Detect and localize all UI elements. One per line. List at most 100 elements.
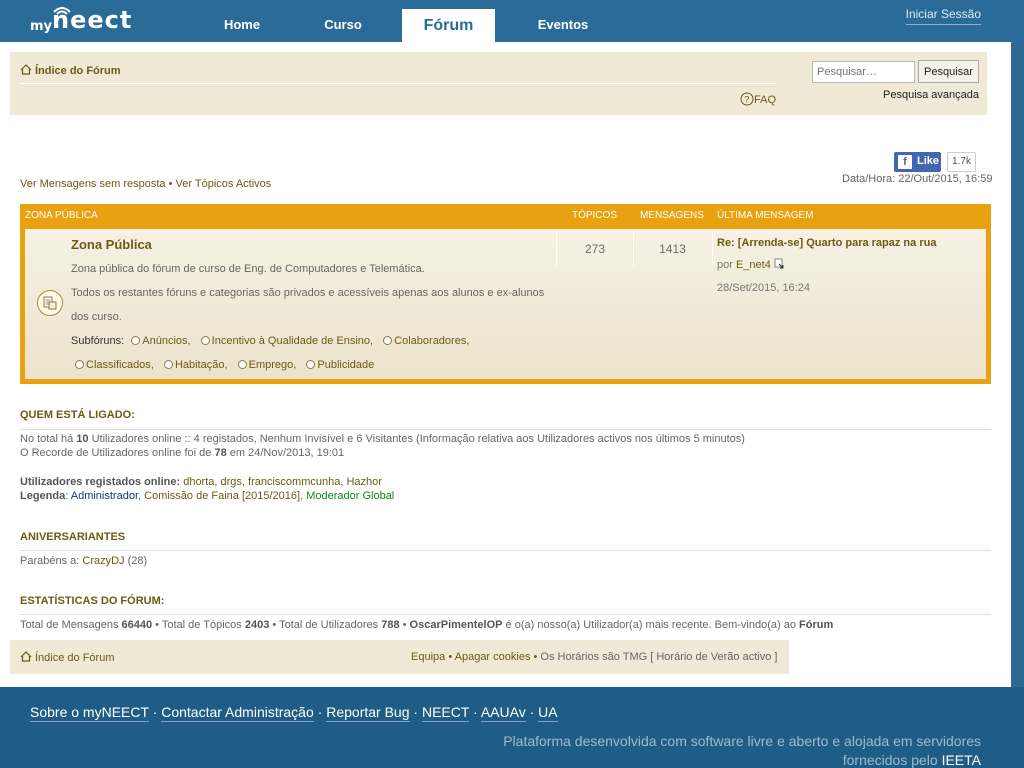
site-footer: Sobre o myNEECT · Contactar Administraçã… (0, 687, 1024, 768)
column-divider (556, 232, 557, 266)
active-topics-link[interactable]: Ver Tópicos Activos (176, 178, 272, 190)
forum-header-panel: Índice do Fórum ? FAQ Pesquisar Pesquisa… (10, 52, 987, 115)
by-label: por (717, 259, 733, 271)
subforum-link[interactable]: Anúncios, (127, 335, 191, 347)
subforum-icon (200, 336, 210, 345)
birthdays-heading: ANIVERSARIANTES (20, 531, 126, 543)
home-icon (20, 651, 32, 662)
view-latest-post-icon[interactable] (774, 258, 785, 269)
ieeta-link[interactable]: IEETA (942, 752, 981, 768)
subforum-icon (163, 360, 173, 369)
column-divider (712, 232, 713, 266)
online-total: No total há 10 Utilizadores online :: 4 … (20, 433, 745, 445)
page-content: Índice do Fórum ? FAQ Pesquisar Pesquisa… (0, 42, 1011, 687)
subforum-link[interactable]: Emprego, (234, 359, 296, 371)
topics-count: 273 (584, 242, 606, 256)
footer-link-report-bug[interactable]: Reportar Bug (326, 704, 410, 722)
subforum-icon (237, 360, 247, 369)
unanswered-posts-link[interactable]: Ver Mensagens sem resposta (20, 178, 166, 190)
legend-global-moderator[interactable]: Moderador Global (306, 490, 394, 502)
facebook-like-button[interactable]: f Like (894, 152, 941, 172)
timezone-note: Os Horários são TMG [ Horário de Verão a… (540, 651, 778, 663)
legend-faina[interactable]: Comissão de Faina [2015/2016] (144, 490, 300, 502)
divider (20, 429, 991, 430)
logo-neect-text: neect (52, 6, 133, 34)
newest-user-link[interactable]: OscarPimentelOP (410, 619, 503, 631)
home-icon (20, 64, 32, 75)
footer-nav: Sobre o myNEECT · Contactar Administraçã… (30, 704, 558, 722)
subforum-icon (383, 336, 393, 345)
footer-link-contact[interactable]: Contactar Administração (161, 704, 314, 722)
footer-link-aauav[interactable]: AAUAv (480, 704, 526, 722)
tab-home[interactable]: Home (220, 17, 264, 39)
footer-link-neect[interactable]: NEECT (421, 704, 470, 722)
subforum-link[interactable]: Habitação, (160, 359, 228, 371)
footer-link-ua[interactable]: UA (538, 704, 558, 722)
breadcrumb-label: Índice do Fórum (35, 65, 121, 77)
who-is-online-heading: QUEM ESTÁ LIGADO: (20, 409, 135, 421)
last-post-date: 28/Set/2015, 16:24 (717, 282, 810, 294)
footer-links: Equipa • Apagar cookies • Os Horários sã… (411, 651, 778, 663)
legend-administrator[interactable]: Administrador (71, 490, 138, 502)
top-navigation-bar: my neect Home Curso Fórum Eventos Inicia… (0, 0, 1024, 42)
legend: Legenda: Administrador, Comissão de Fain… (20, 490, 395, 502)
team-link[interactable]: Equipa (411, 651, 445, 663)
help-icon: ? (740, 92, 754, 106)
faq-label: FAQ (754, 94, 777, 106)
current-datetime: Data/Hora: 22/Out/2015, 16:59 (842, 173, 993, 185)
forum-description: Zona pública do fórum de curso de Eng. d… (71, 263, 425, 275)
subforum-link[interactable]: Incentivo à Qualidade de Ensino, (197, 335, 373, 347)
faq-link[interactable]: ? FAQ (740, 92, 776, 106)
logo-my-text: my (30, 19, 53, 34)
subforum-link[interactable]: Publicidade (302, 359, 374, 371)
login-link[interactable]: Iniciar Sessão (905, 7, 981, 25)
forum-statistics: Total de Mensagens 66440 • Total de Tópi… (20, 619, 834, 631)
last-post-column-header: ÚLTIMA MENSAGEM (717, 210, 814, 221)
online-record: O Recorde de Utilizadores online foi de … (20, 447, 345, 459)
forum-description: Todos os restantes fóruns e categorias s… (71, 287, 545, 299)
subforums-list: Subfóruns: Anúncios, Incentivo à Qualida… (71, 329, 561, 377)
delete-cookies-link[interactable]: Apagar cookies (455, 651, 531, 663)
tab-forum[interactable]: Fórum (402, 9, 495, 42)
tab-eventos[interactable]: Eventos (534, 17, 592, 39)
subforum-icon (306, 360, 316, 369)
subforums-label: Subfóruns: (71, 335, 125, 347)
search-button[interactable]: Pesquisar (918, 60, 979, 83)
quick-links: Ver Mensagens sem resposta • Ver Tópicos… (20, 178, 271, 190)
search-input[interactable] (812, 61, 915, 83)
platform-notice: Plataforma desenvolvida com software liv… (503, 733, 981, 768)
forum-description: dos curso. (71, 311, 122, 323)
forum-category-table: ZONA PÚBLICA TÓPICOS MENSAGENS ÚLTIMA ME… (20, 204, 991, 384)
forum-statistics-heading: ESTATÍSTICAS DO FÓRUM: (20, 595, 165, 607)
last-post-author-link[interactable]: E_net4 (736, 259, 771, 271)
svg-text:?: ? (744, 95, 749, 105)
forum-row: Zona Pública Zona pública do fórum de cu… (25, 229, 986, 379)
separator: • (168, 178, 173, 190)
category-header[interactable]: ZONA PÚBLICA (25, 210, 98, 221)
topics-column-header: TÓPICOS (572, 210, 618, 221)
birthdays-list: Parabéns a: CrazyDJ (28) (20, 555, 148, 567)
footer-breadcrumb[interactable]: Índice do Fórum (20, 651, 114, 664)
last-post-author: por E_net4 (717, 258, 785, 271)
column-divider (633, 232, 634, 266)
subforum-icon (131, 336, 141, 345)
breadcrumb[interactable]: Índice do Fórum (20, 64, 121, 77)
tab-curso[interactable]: Curso (320, 17, 366, 39)
subforum-icon (75, 360, 84, 369)
like-count: 1.7k (947, 152, 976, 172)
advanced-search-link[interactable]: Pesquisa avançada (883, 89, 979, 101)
forum-footer-panel: Índice do Fórum Equipa • Apagar cookies … (10, 640, 789, 674)
birthday-user-link[interactable]: CrazyDJ (82, 555, 124, 567)
subforum-link[interactable]: Classificados, (71, 359, 154, 371)
divider (20, 83, 776, 84)
posts-column-header: MENSAGENS (640, 210, 704, 221)
last-post-title-link[interactable]: Re: [Arrenda-se] Quarto para rapaz na ru… (717, 237, 936, 249)
footer-link-about[interactable]: Sobre o myNEECT (30, 704, 149, 722)
online-user-links[interactable]: dhorta, drgs, franciscommcunha, Hazhor (183, 476, 382, 488)
subforum-link[interactable]: Colaboradores, (379, 335, 469, 347)
facebook-icon: f (898, 155, 912, 169)
registered-online-users: Utilizadores registados online: dhorta, … (20, 476, 382, 488)
forum-title-link[interactable]: Zona Pública (71, 237, 152, 252)
divider (20, 550, 991, 551)
divider (20, 614, 991, 615)
